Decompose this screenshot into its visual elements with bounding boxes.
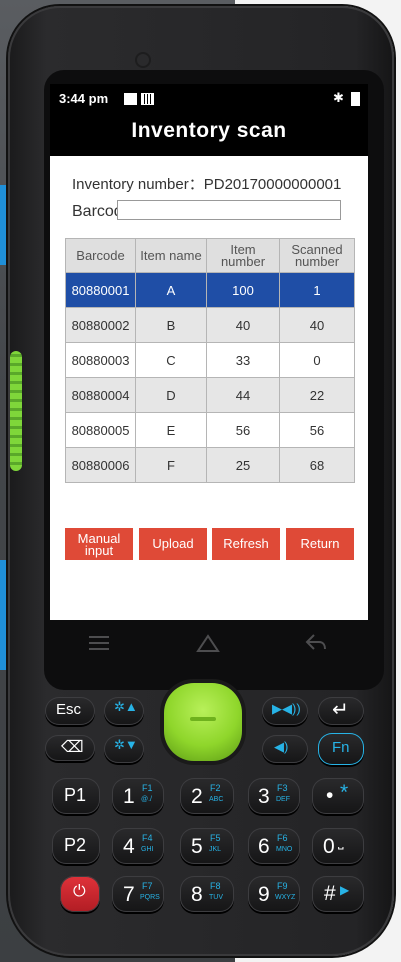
fn-key[interactable]: Fn — [318, 733, 364, 765]
brightness-up-icon: ✲▲ — [114, 699, 138, 714]
key-5[interactable]: 5 F5 JKL — [180, 828, 234, 864]
power-key[interactable]: ⏻ — [60, 876, 100, 912]
device-screen: 3:44 pm ✱ Inventory scan Inventory numbe… — [50, 84, 368, 620]
cell-barcode: 80880005 — [65, 412, 136, 448]
header-item-number: Item number — [206, 238, 280, 273]
volume-up-icon: ▶◀)) — [272, 701, 301, 716]
p2-key[interactable]: P2 — [52, 828, 100, 864]
refresh-button[interactable]: Refresh — [212, 528, 280, 560]
home-icon[interactable] — [196, 631, 220, 653]
space-icon: ⎵ — [338, 833, 344, 849]
brightness-down-icon: ✲▼ — [114, 737, 138, 752]
bluetooth-icon: ✱ — [333, 90, 344, 105]
enter-key[interactable]: ↵ — [318, 697, 364, 725]
barcode-icon — [141, 93, 154, 105]
cell-item-name: D — [135, 377, 207, 413]
key-6[interactable]: 6 F6 MNO — [248, 828, 300, 864]
inventory-number-label: Inventory number：PD20170000000001 — [72, 176, 342, 193]
hash-key[interactable]: # ▶ — [312, 876, 364, 912]
key-8[interactable]: 8 F8 TUV — [180, 876, 234, 912]
cell-item-name: E — [135, 412, 207, 448]
esc-key[interactable]: Esc — [45, 697, 95, 725]
table-row[interactable]: 80880003 C 33 0 — [65, 342, 355, 378]
key-2[interactable]: 2 F2 ABC — [180, 778, 234, 814]
enter-icon: ↵ — [332, 699, 349, 721]
volume-down-icon: ◀) — [274, 739, 289, 754]
cell-item-number: 56 — [206, 412, 280, 448]
status-bar: 3:44 pm ✱ — [50, 84, 368, 114]
table-header-row: Barcode Item name Item number Scanned nu… — [65, 238, 355, 273]
brightness-up-key[interactable]: ✲▲ — [104, 697, 144, 725]
cell-scanned: 68 — [279, 447, 355, 483]
battery-icon — [351, 92, 360, 106]
menu-icon[interactable] — [88, 634, 110, 652]
side-scan-key[interactable] — [10, 351, 22, 471]
key-1[interactable]: 1 F1 @./ — [112, 778, 164, 814]
cell-item-number: 40 — [206, 307, 280, 343]
app-title-bar: Inventory scan — [50, 114, 368, 156]
cell-barcode: 80880006 — [65, 447, 136, 483]
cell-item-number: 100 — [206, 272, 280, 308]
cell-item-name: F — [135, 447, 207, 483]
table-row[interactable]: 80880001 A 100 1 — [65, 272, 355, 308]
upload-button[interactable]: Upload — [139, 528, 207, 560]
star-key[interactable]: • * — [312, 778, 364, 814]
cell-item-number: 25 — [206, 447, 280, 483]
key-0[interactable]: 0 ⎵ — [312, 828, 364, 864]
delete-key[interactable]: ⌫ — [45, 735, 95, 761]
key-3[interactable]: 3 F3 DEF — [248, 778, 300, 814]
volume-up-key[interactable]: ▶◀)) — [262, 697, 308, 725]
cell-scanned: 22 — [279, 377, 355, 413]
cell-barcode: 80880001 — [65, 272, 136, 308]
volume-down-key[interactable]: ◀) — [262, 735, 308, 763]
cell-scanned: 1 — [279, 272, 355, 308]
cell-item-number: 33 — [206, 342, 280, 378]
header-barcode: Barcode — [65, 238, 136, 273]
barcode-input[interactable] — [117, 200, 341, 220]
status-time: 3:44 pm — [59, 91, 109, 106]
page-title: Inventory scan — [131, 119, 287, 142]
header-item-name: Item name — [135, 238, 207, 273]
cell-barcode: 80880003 — [65, 342, 136, 378]
cell-item-name: A — [135, 272, 207, 308]
cell-barcode: 80880002 — [65, 307, 136, 343]
cell-item-name: C — [135, 342, 207, 378]
arrow-right-icon: ▶ — [340, 883, 350, 897]
header-scanned-number: Scanned number — [279, 238, 355, 273]
table-row[interactable]: 80880005 E 56 56 — [65, 412, 355, 448]
table-row[interactable]: 80880006 F 25 68 — [65, 447, 355, 483]
cell-barcode: 80880004 — [65, 377, 136, 413]
table-row[interactable]: 80880002 B 40 40 — [65, 307, 355, 343]
cell-item-number: 44 — [206, 377, 280, 413]
gallery-icon — [124, 93, 137, 105]
brightness-down-key[interactable]: ✲▼ — [104, 735, 144, 763]
inventory-table: Barcode Item name Item number Scanned nu… — [65, 238, 355, 483]
front-camera — [137, 54, 149, 66]
key-9[interactable]: 9 F9 WXYZ — [248, 876, 300, 912]
p1-key[interactable]: P1 — [52, 778, 100, 814]
key-7[interactable]: 7 F7 PQRS — [112, 876, 164, 912]
power-icon: ⏻ — [73, 883, 86, 900]
table-row[interactable]: 80880004 D 44 22 — [65, 377, 355, 413]
scan-button-grip — [190, 717, 216, 721]
manual-input-button[interactable]: Manual input — [65, 528, 133, 560]
key-4[interactable]: 4 F4 GHI — [112, 828, 164, 864]
back-icon[interactable] — [304, 632, 328, 652]
cell-scanned: 0 — [279, 342, 355, 378]
backspace-icon: ⌫ — [61, 739, 84, 756]
cell-scanned: 56 — [279, 412, 355, 448]
return-button[interactable]: Return — [286, 528, 354, 560]
cell-item-name: B — [135, 307, 207, 343]
cell-scanned: 40 — [279, 307, 355, 343]
android-nav-bar — [50, 626, 368, 662]
scan-trigger-button[interactable] — [164, 683, 242, 761]
